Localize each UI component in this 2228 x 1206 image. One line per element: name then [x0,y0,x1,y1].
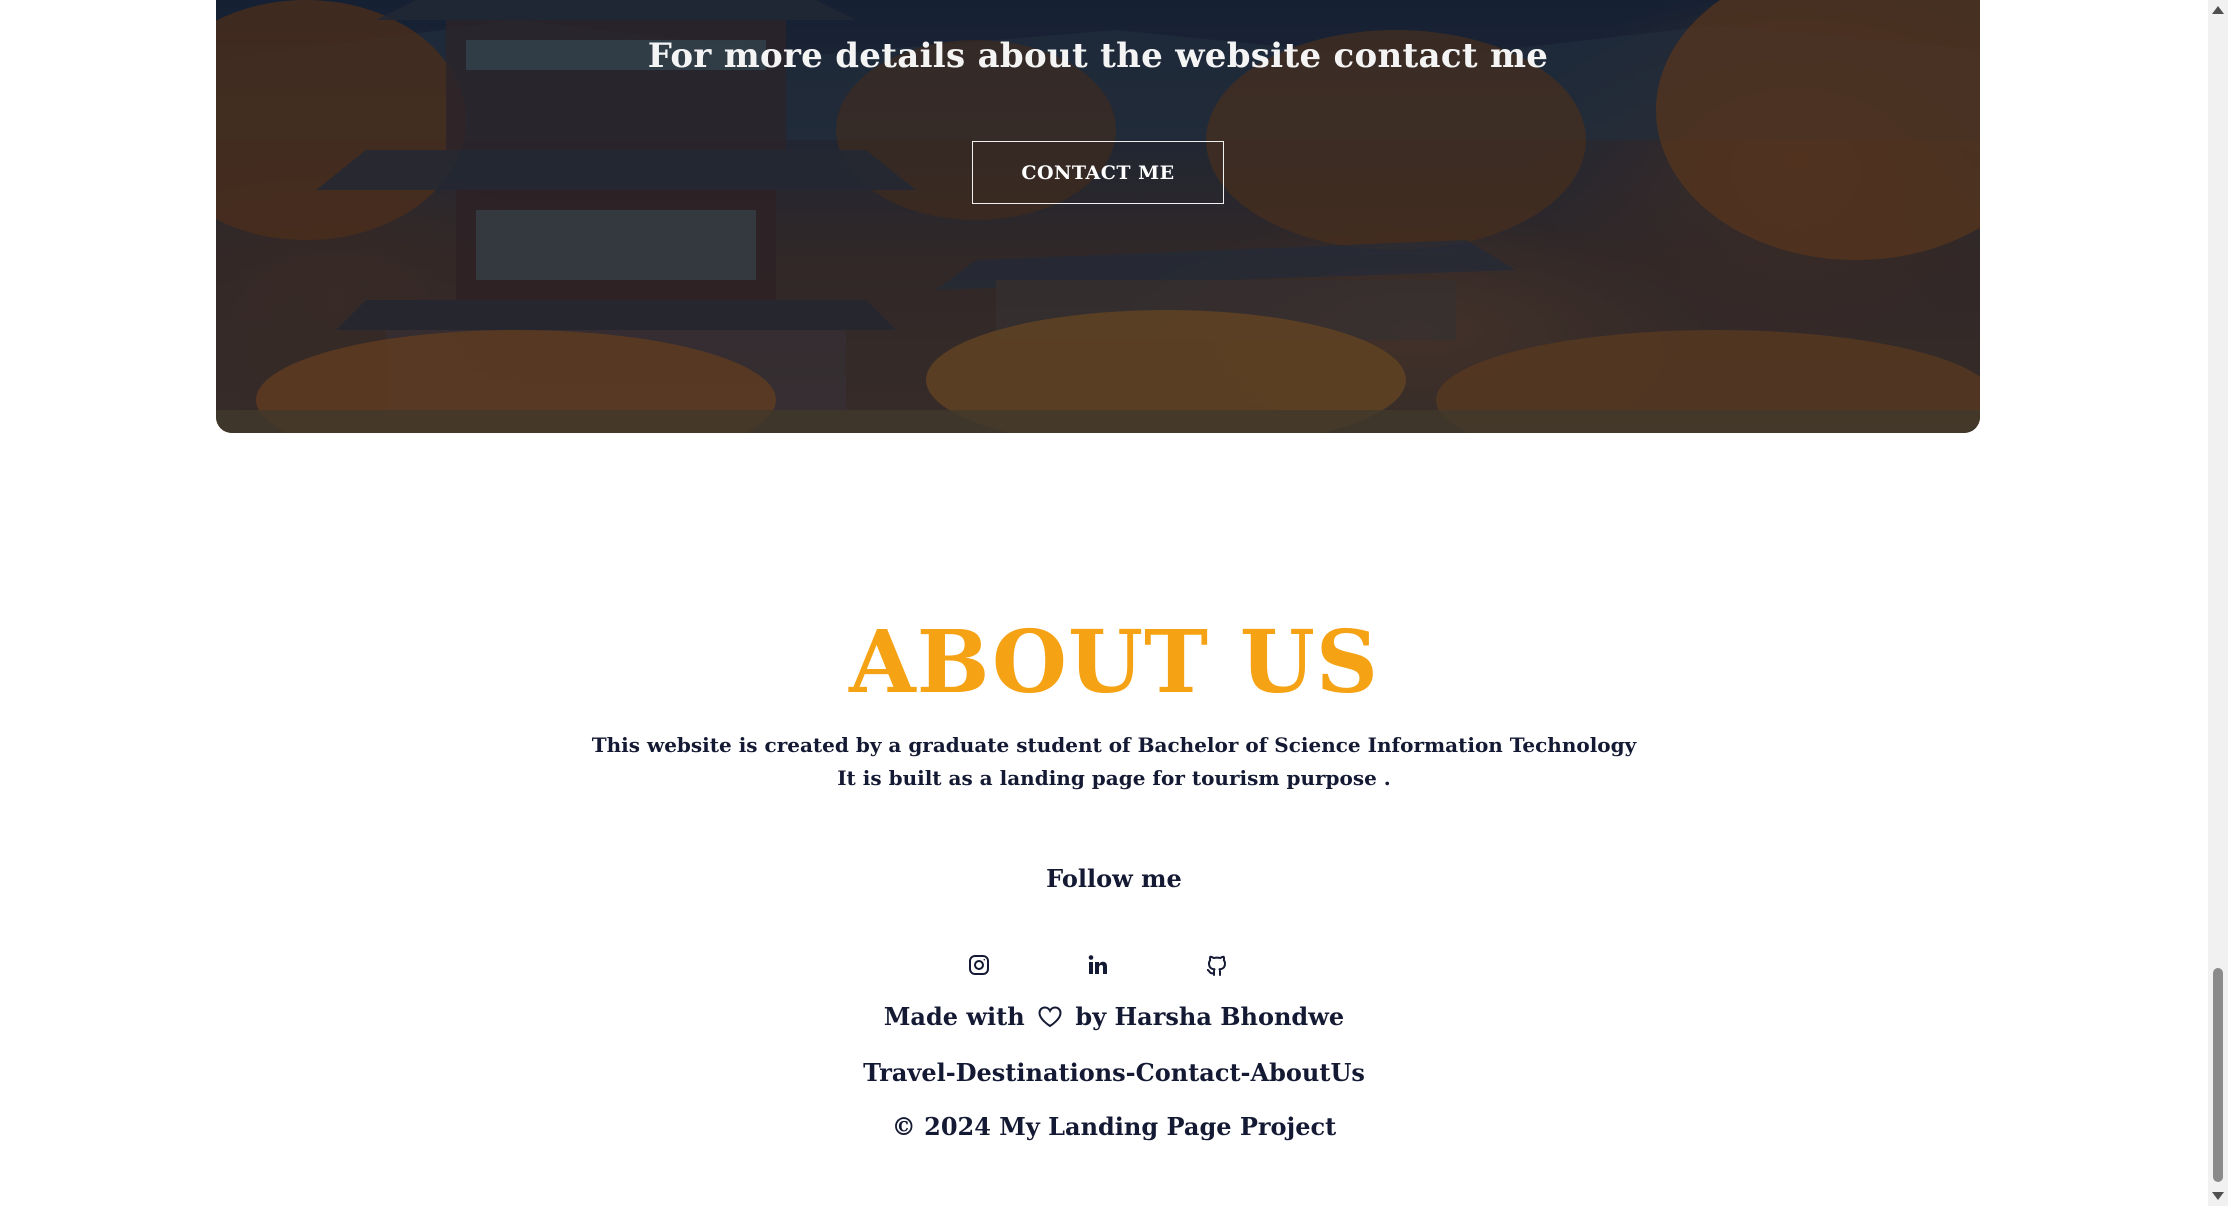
about-description: This website is created by a graduate st… [0,729,2228,795]
made-with-credit: Made with by Harsha Bhondwe [0,1002,2228,1031]
linkedin-icon[interactable] [1083,950,1113,980]
link-separator: - [1125,1058,1136,1087]
scroll-down-arrow-icon[interactable] [2212,1192,2224,1200]
follow-heading: Follow me [1046,864,1182,893]
github-icon[interactable] [1202,950,1232,980]
link-separator: - [1240,1058,1251,1087]
page: For more details about the website conta… [0,0,2228,1206]
made-suffix: by Harsha Bhondwe [1075,1002,1345,1031]
footer-link-destinations[interactable]: Destinations [956,1058,1126,1087]
vertical-scrollbar[interactable] [2208,0,2228,1206]
about-title: ABOUT US [849,612,1379,713]
instagram-icon[interactable] [964,950,994,980]
about-line-2: It is built as a landing page for touris… [837,766,1391,790]
contact-banner: For more details about the website conta… [216,0,1980,433]
footer-link-aboutus[interactable]: AboutUs [1251,1058,1365,1087]
contact-me-button[interactable]: CONTACT ME [972,141,1224,204]
about-line-1: This website is created by a graduate st… [591,733,1637,757]
heart-icon [1038,1006,1062,1028]
scroll-thumb[interactable] [2213,968,2223,1182]
banner-title: For more details about the website conta… [647,36,1549,76]
footer-link-contact[interactable]: Contact [1136,1058,1241,1087]
social-links [0,950,2228,980]
made-prefix: Made with [883,1002,1025,1031]
footer-link-travel[interactable]: Travel [863,1058,946,1087]
footer-nav: Travel-Destinations-Contact-AboutUs [0,1058,2228,1087]
link-separator: - [945,1058,956,1087]
scroll-up-arrow-icon[interactable] [2212,6,2224,14]
copyright: © 2024 My Landing Page Project [891,1112,1337,1141]
